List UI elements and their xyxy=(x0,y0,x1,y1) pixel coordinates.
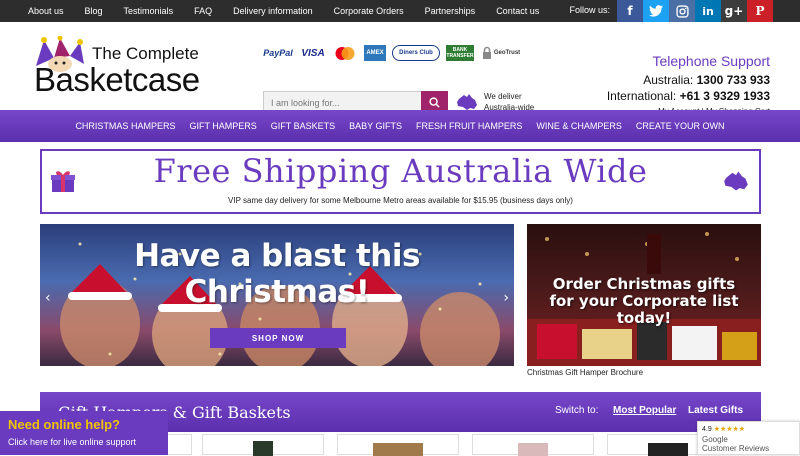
google-reviews-badge[interactable]: 4.9 ★★★★★ Google Customer Reviews xyxy=(697,421,800,455)
logo[interactable]: The Complete Basketcase xyxy=(30,34,200,104)
link-blog[interactable]: Blog xyxy=(85,6,103,16)
nav-fresh-fruit-hampers[interactable]: FRESH FRUIT HAMPERS xyxy=(409,121,529,131)
nav-christmas-hampers[interactable]: CHRISTMAS HAMPERS xyxy=(68,121,182,131)
twitter-icon[interactable] xyxy=(643,0,669,22)
main-nav: CHRISTMAS HAMPERS GIFT HAMPERS GIFT BASK… xyxy=(0,110,800,142)
nav-wine-champers[interactable]: WINE & CHAMPERS xyxy=(529,121,629,131)
logo-text-main: Basketcase xyxy=(34,61,200,98)
free-shipping-title: Free Shipping Australia Wide xyxy=(153,152,648,190)
international-phone[interactable]: International: +61 3 9329 1933 xyxy=(607,89,770,103)
help-subtitle: Click here for live online support xyxy=(8,437,137,447)
help-title: Need online help? xyxy=(8,417,120,432)
product-card[interactable] xyxy=(472,434,594,456)
follow-us-label: Follow us: xyxy=(569,5,610,15)
brochure-caption[interactable]: Christmas Gift Hamper Brochure xyxy=(527,368,643,377)
nav-baby-gifts[interactable]: BABY GIFTS xyxy=(342,121,409,131)
google-rating: 4.9 ★★★★★ xyxy=(702,426,746,433)
link-testimonials[interactable]: Testimonials xyxy=(124,6,174,16)
australia-map-icon xyxy=(724,171,748,191)
amex-logo: AMEX xyxy=(364,45,386,61)
christmas-hero-banner[interactable]: Have a blast this Christmas! ‹ › SHOP NO… xyxy=(40,224,514,366)
banner-title: Have a blast this Christmas! xyxy=(134,238,420,310)
paypal-logo: PayPal xyxy=(263,48,293,58)
link-faq[interactable]: FAQ xyxy=(194,6,212,16)
site-header: The Complete Basketcase PayPal VISA AMEX… xyxy=(0,22,800,116)
pinterest-icon[interactable]: P xyxy=(747,0,773,22)
facebook-icon[interactable]: f xyxy=(617,0,643,22)
telephone-support-title: Telephone Support xyxy=(652,53,770,69)
top-bar: About us Blog Testimonials FAQ Delivery … xyxy=(0,0,800,22)
online-help-widget[interactable]: Need online help? Click here for live on… xyxy=(0,411,168,455)
nav-gift-hampers[interactable]: GIFT HAMPERS xyxy=(182,121,263,131)
googleplus-icon[interactable]: g+ xyxy=(721,0,747,22)
product-card[interactable] xyxy=(337,434,459,456)
link-about-us[interactable]: About us xyxy=(28,6,64,16)
australia-map-icon xyxy=(457,94,477,110)
search-icon xyxy=(429,97,440,108)
corporate-gifts-banner[interactable]: Order Christmas gifts for your Corporate… xyxy=(527,224,761,366)
link-delivery-information[interactable]: Delivery information xyxy=(233,6,313,16)
payment-methods: PayPal VISA AMEX Diners Club BANK TRANSF… xyxy=(262,42,522,64)
diners-club-logo: Diners Club xyxy=(392,45,440,61)
australia-phone[interactable]: Australia: 1300 733 933 xyxy=(643,73,770,87)
visa-logo: VISA xyxy=(301,47,325,59)
instagram-icon[interactable] xyxy=(669,0,695,22)
mastercard-logo xyxy=(332,45,358,61)
product-card[interactable] xyxy=(202,434,324,456)
geotrust-logo: GeoTrust xyxy=(480,45,522,61)
star-rating-icon: ★★★★★ xyxy=(713,426,746,433)
latest-gifts-tab[interactable]: Latest Gifts xyxy=(688,405,743,416)
link-partnerships[interactable]: Partnerships xyxy=(425,6,476,16)
google-label: Google xyxy=(702,435,728,444)
carousel-prev-icon[interactable]: ‹ xyxy=(45,290,51,306)
switch-label: Switch to: xyxy=(555,405,599,416)
bank-transfer-logo: BANK TRANSFER xyxy=(446,45,474,61)
customer-reviews-label: Customer Reviews xyxy=(702,444,770,453)
nav-gift-baskets[interactable]: GIFT BASKETS xyxy=(264,121,342,131)
linkedin-icon[interactable]: in xyxy=(695,0,721,22)
free-shipping-subtitle: VIP same day delivery for some Melbourne… xyxy=(228,196,573,205)
corporate-banner-title: Order Christmas gifts for your Corporate… xyxy=(549,275,739,327)
link-corporate-orders[interactable]: Corporate Orders xyxy=(334,6,404,16)
most-popular-tab[interactable]: Most Popular xyxy=(613,405,676,416)
nav-create-your-own[interactable]: CREATE YOUR OWN xyxy=(629,121,732,131)
shop-now-button[interactable]: SHOP NOW xyxy=(210,328,346,348)
link-contact-us[interactable]: Contact us xyxy=(496,6,539,16)
free-shipping-banner[interactable]: Free Shipping Australia Wide VIP same da… xyxy=(40,149,761,214)
carousel-next-icon[interactable]: › xyxy=(503,290,509,306)
